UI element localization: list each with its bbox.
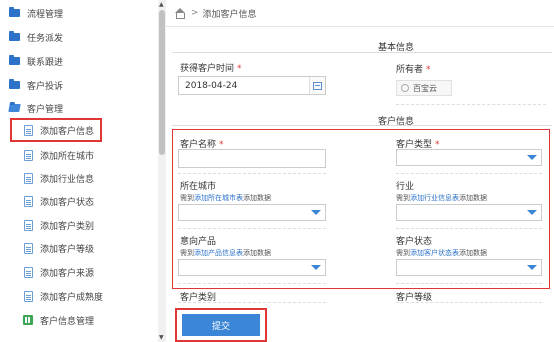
divider: [396, 104, 546, 105]
calendar-button[interactable]: [309, 77, 325, 94]
sidebar-item-process[interactable]: 流程管理: [0, 2, 158, 24]
scroll-up-icon[interactable]: ▲: [159, 1, 164, 8]
sidebar-item-add-category[interactable]: 添加客户类别: [0, 214, 158, 236]
sidebar: 流程管理 任务派发 联系跟进 客户投诉 客户管理 添加客户信息 添加所在城市 添…: [0, 0, 160, 342]
sidebar-item-add-level[interactable]: 添加客户等级: [0, 237, 158, 259]
home-icon[interactable]: [174, 8, 185, 19]
folder-icon: [8, 31, 20, 42]
sidebar-item-customer-info-mgmt[interactable]: 客户信息管理: [0, 309, 158, 331]
folder-icon: [8, 7, 20, 18]
sidebar-item-add-maturity[interactable]: 添加客户成熟度: [0, 285, 158, 307]
sidebar-item-complaint[interactable]: 客户投诉: [0, 74, 158, 96]
sidebar-item-label: 客户信息管理: [40, 316, 95, 327]
user-icon: [401, 84, 409, 92]
document-icon: [22, 195, 34, 207]
document-icon: [22, 290, 34, 302]
app-root: 流程管理 任务派发 联系跟进 客户投诉 客户管理 添加客户信息 添加所在城市 添…: [0, 0, 554, 342]
highlight-frame-fields: [172, 129, 550, 289]
sidebar-item-label: 客户管理: [27, 104, 64, 115]
document-icon: [22, 219, 34, 231]
owner-value: 百宝云: [413, 83, 437, 93]
folder-icon: [8, 79, 20, 90]
sidebar-item-label: 客户投诉: [27, 81, 64, 92]
folder-open-icon: [7, 103, 21, 113]
sidebar-item-add-city[interactable]: 添加所在城市: [0, 144, 158, 166]
section-divider: [172, 52, 552, 53]
submit-button[interactable]: 提交: [182, 314, 260, 336]
owner-tag[interactable]: 百宝云: [396, 80, 452, 96]
section-divider: [172, 125, 552, 126]
active-item-highlight: [10, 118, 102, 142]
time-field[interactable]: 2018-04-24: [178, 76, 326, 95]
document-icon: [22, 266, 34, 278]
breadcrumb-current: 添加客户信息: [202, 9, 257, 20]
time-value: 2018-04-24: [185, 80, 238, 91]
scroll-thumb[interactable]: [159, 10, 165, 155]
sidebar-item-label: 流程管理: [27, 9, 64, 20]
sidebar-item-label: 添加客户状态: [40, 197, 95, 208]
owner-label: 所有者 *: [396, 65, 431, 75]
sidebar-item-task[interactable]: 任务派发: [0, 26, 158, 48]
sidebar-item-add-industry[interactable]: 添加行业信息: [0, 167, 158, 189]
grid-icon: [22, 315, 34, 325]
calendar-icon: [313, 81, 322, 90]
document-icon: [22, 149, 34, 161]
sidebar-item-label: 任务派发: [27, 33, 64, 44]
sidebar-item-label: 添加客户成熟度: [40, 292, 104, 303]
sidebar-item-followup[interactable]: 联系跟进: [0, 50, 158, 72]
breadcrumb-separator: >: [191, 8, 199, 18]
sidebar-item-label: 添加所在城市: [40, 151, 95, 162]
document-icon: [22, 242, 34, 254]
document-icon: [22, 172, 34, 184]
divider: [166, 26, 554, 27]
sidebar-item-label: 添加客户等级: [40, 244, 95, 255]
sidebar-item-add-source[interactable]: 添加客户来源: [0, 261, 158, 283]
divider: [178, 302, 326, 303]
sidebar-item-label: 添加客户类别: [40, 221, 95, 232]
divider: [396, 302, 542, 303]
folder-icon: [8, 55, 20, 66]
sidebar-item-label: 添加行业信息: [40, 174, 95, 185]
scroll-down-icon[interactable]: ▼: [159, 334, 164, 341]
breadcrumb: > 添加客户信息: [174, 6, 257, 20]
sidebar-item-label: 添加客户来源: [40, 268, 95, 279]
sidebar-item-customer-mgmt[interactable]: 客户管理: [0, 97, 158, 119]
sidebar-scrollbar[interactable]: ▲ ▼: [158, 0, 166, 342]
sidebar-item-label: 联系跟进: [27, 57, 64, 68]
sidebar-item-add-status[interactable]: 添加客户状态: [0, 190, 158, 212]
time-label: 获得客户时间 *: [180, 64, 242, 74]
